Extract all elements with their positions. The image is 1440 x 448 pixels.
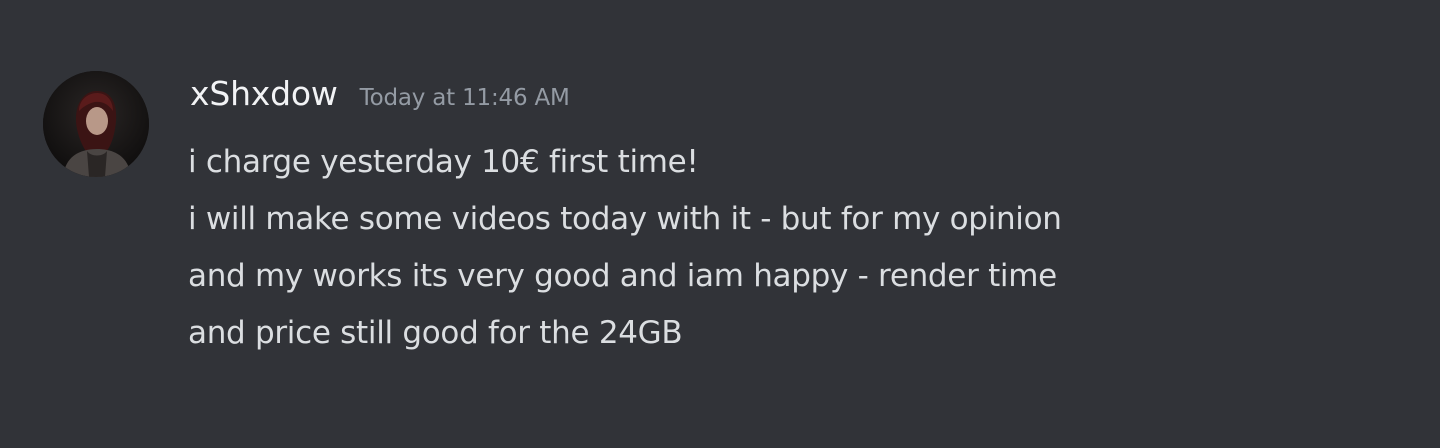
message-line: and my works its very good and iam happy… [188, 258, 1057, 294]
chat-message: xShxdow Today at 11:46 AM i charge yeste… [0, 0, 1440, 448]
timestamp: Today at 11:46 AM [359, 85, 570, 111]
message-header: xShxdow Today at 11:46 AM [190, 74, 570, 124]
message-line: and price still good for the 24GB [188, 315, 683, 351]
message-line: i will make some videos today with it - … [188, 201, 1062, 237]
avatar[interactable] [43, 71, 149, 177]
message-content: i charge yesterday 10€ first time! i wil… [188, 134, 1288, 362]
message-line: i charge yesterday 10€ first time! [188, 144, 699, 180]
username[interactable]: xShxdow [190, 74, 338, 113]
avatar-icon [43, 71, 149, 177]
